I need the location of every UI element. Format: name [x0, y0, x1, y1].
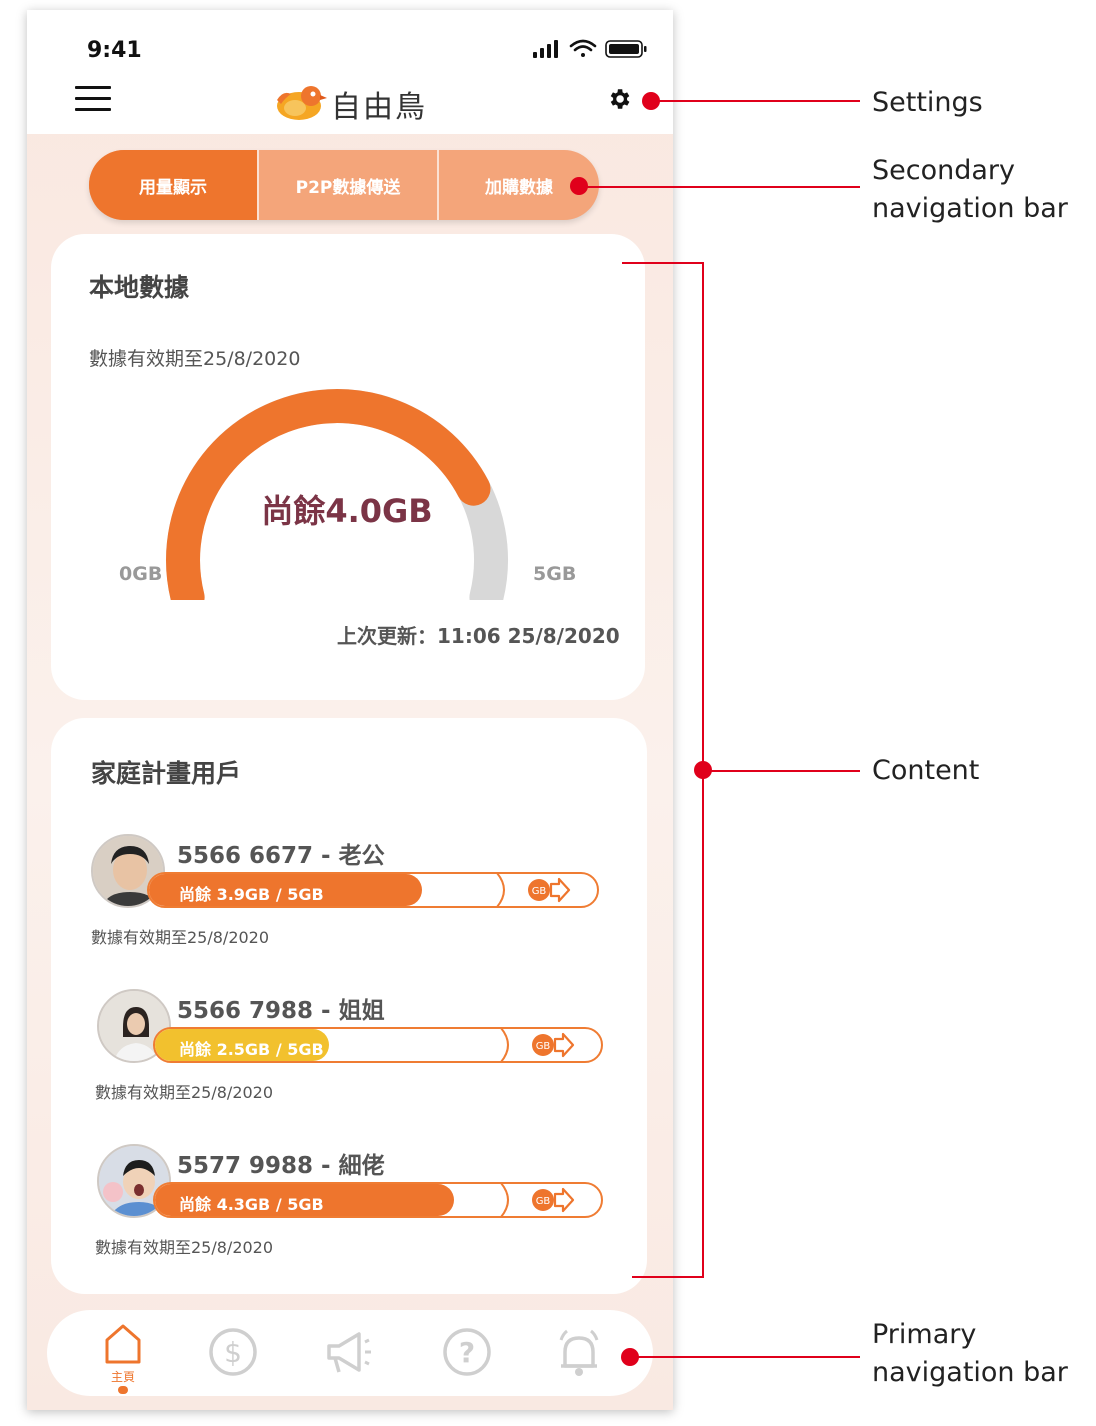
gb-label: GB [532, 886, 547, 897]
nav-notifications[interactable] [549, 1322, 609, 1382]
secondary-nav-leader-line [578, 186, 860, 188]
member-expiry: 數據有效期至25/8/2020 [95, 1083, 274, 1102]
nav-billing[interactable]: $ [203, 1322, 263, 1382]
usage-text: 尚餘 3.9GB / 5GB [179, 885, 324, 904]
nav-promotions[interactable] [319, 1322, 379, 1382]
logo-text: 自由鳥 [331, 90, 427, 125]
svg-text:$: $ [224, 1336, 242, 1369]
gb-label: GB [536, 1041, 551, 1052]
member-name: 5566 6677 - 老公 [177, 843, 385, 869]
member-name: 5566 7988 - 姐姐 [177, 998, 385, 1024]
signal-icon [533, 40, 558, 58]
nav-home[interactable]: 主頁 [93, 1322, 153, 1394]
secondary-nav-annotation-line1: Secondary [872, 155, 1015, 186]
primary-nav-leader-line [630, 1356, 860, 1358]
status-time: 9:41 [87, 38, 142, 63]
usage-text: 尚餘 2.5GB / 5GB [179, 1040, 324, 1059]
tab-usage[interactable]: 用量顯示 [89, 150, 257, 220]
family-title: 家庭計畫用戶 [91, 759, 242, 788]
content-leader-line [702, 770, 860, 772]
secondary-nav-annotation-line2: navigation bar [872, 193, 1068, 224]
data-transfer-button[interactable]: GB [495, 872, 599, 908]
gauge-remaining: 尚餘4.0GB [261, 492, 433, 530]
content-bracket-top [622, 262, 704, 264]
usage-text: 尚餘 4.3GB / 5GB [179, 1195, 324, 1214]
bell-icon [559, 1329, 599, 1376]
bird-logo-icon [277, 86, 327, 120]
content-annotation: Content [872, 755, 980, 786]
local-data-expiry: 數據有效期至25/8/2020 [89, 348, 301, 370]
app-header: 9:41 自由鳥 [27, 10, 673, 134]
primary-nav-annotation-line1: Primary [872, 1319, 977, 1350]
local-data-title: 本地數據 [89, 273, 190, 302]
settings-annotation: Settings [872, 87, 983, 118]
gear-icon[interactable] [606, 86, 632, 112]
gauge-max-label: 5GB [533, 563, 577, 585]
member-expiry: 數據有效期至25/8/2020 [95, 1238, 274, 1257]
dollar-icon: $ [209, 1328, 257, 1376]
battery-icon [605, 40, 647, 58]
active-indicator [118, 1386, 128, 1394]
home-icon [105, 1324, 141, 1364]
primary-nav: 主頁 $ ? [47, 1310, 653, 1396]
member-expiry: 數據有效期至25/8/2020 [91, 928, 270, 947]
phone-screen: 9:41 自由鳥 用量顯示 P2P數據傳送 加購數據 本地數據 數據有效期至25… [27, 10, 673, 1410]
tab-p2p-transfer[interactable]: P2P數據傳送 [257, 150, 437, 220]
gauge-min-label: 0GB [119, 563, 163, 585]
help-icon: ? [443, 1328, 491, 1376]
member-name: 5577 9988 - 細佬 [177, 1153, 385, 1179]
megaphone-icon [327, 1332, 371, 1373]
primary-nav-annotation-line2: navigation bar [872, 1357, 1068, 1388]
gb-label: GB [536, 1196, 551, 1207]
menu-icon[interactable] [75, 86, 111, 112]
wifi-icon [569, 39, 597, 57]
content-bracket-bottom [632, 1276, 704, 1278]
app-logo: 自由鳥 [275, 80, 435, 125]
last-updated: 上次更新：11:06 25/8/2020 [337, 624, 620, 648]
secondary-nav: 用量顯示 P2P數據傳送 加購數據 [89, 150, 599, 220]
nav-help[interactable]: ? [437, 1322, 497, 1382]
data-transfer-button[interactable]: GB [499, 1182, 603, 1218]
nav-home-label: 主頁 [110, 1370, 135, 1384]
svg-text:?: ? [459, 1336, 475, 1369]
settings-leader-line [650, 100, 860, 102]
status-icons [533, 39, 647, 58]
data-transfer-button[interactable]: GB [499, 1027, 603, 1063]
